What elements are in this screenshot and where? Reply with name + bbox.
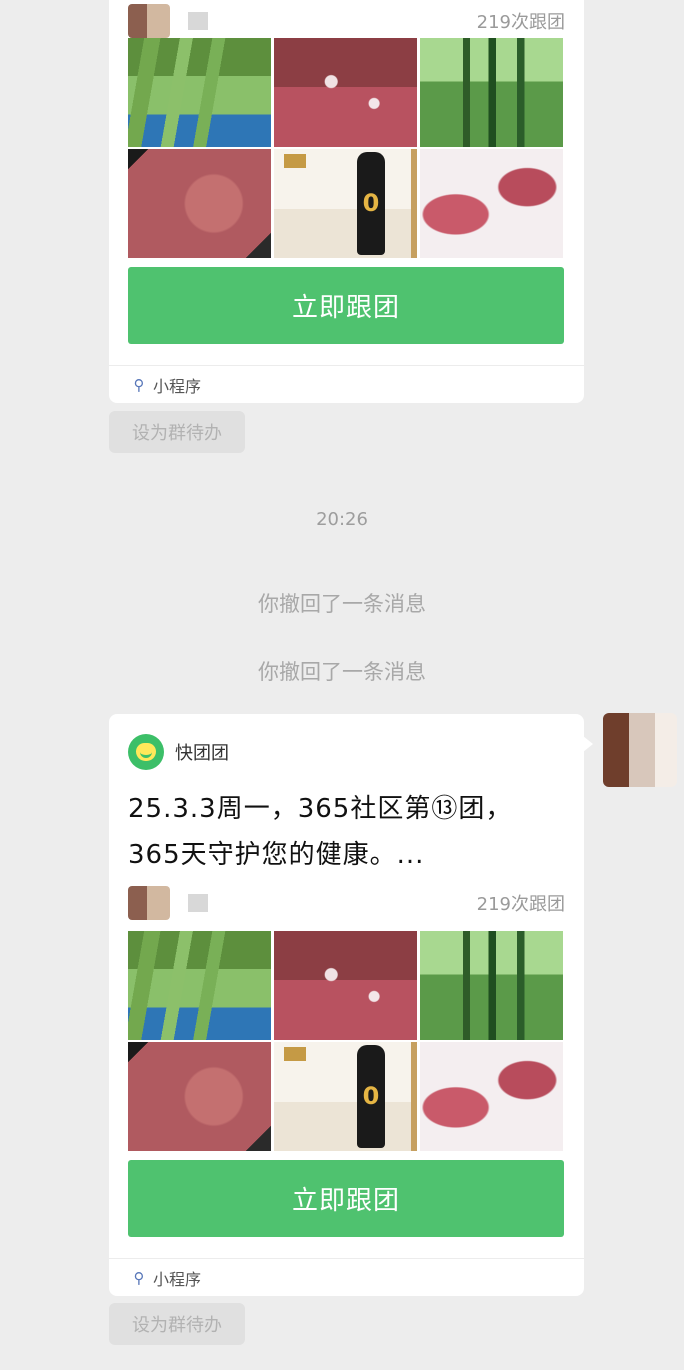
system-message-recalled: 你撤回了一条消息 xyxy=(258,592,426,616)
product-image-beef-shank[interactable] xyxy=(420,149,563,258)
app-header: 快团团 xyxy=(128,734,229,770)
product-image-greens[interactable] xyxy=(128,931,271,1040)
organizer-avatar xyxy=(128,886,170,920)
organizer-name-blurred xyxy=(188,12,208,30)
timestamp: 20:26 xyxy=(316,509,368,530)
image-edge xyxy=(411,1042,417,1151)
organizer-name-blurred xyxy=(188,894,208,912)
product-image-beef-slices[interactable] xyxy=(274,931,417,1040)
mini-program-footer[interactable]: ⚲ 小程序 xyxy=(109,1258,584,1296)
group-buy-card-2[interactable]: 快团团 25.3.3周一，365社区第⑬团， 365天守护您的健康。... 21… xyxy=(109,714,593,1296)
mini-program-footer[interactable]: ⚲ 小程序 xyxy=(109,365,584,403)
join-count: 219次跟团 xyxy=(476,12,565,33)
product-image-soy-sauce[interactable]: 0 xyxy=(274,1042,417,1151)
product-image-soy-sauce[interactable]: 0 xyxy=(274,149,417,258)
product-image-greens[interactable] xyxy=(128,38,271,147)
brand-badge xyxy=(284,154,306,168)
mini-program-label: 小程序 xyxy=(153,376,202,396)
system-message-recalled: 你撤回了一条消息 xyxy=(258,660,426,684)
product-image-grid[interactable]: 0 xyxy=(128,931,564,1151)
brand-badge xyxy=(284,1047,306,1061)
card-title: 25.3.3周一，365社区第⑬团， 365天守护您的健康。... xyxy=(128,786,568,878)
sender-avatar[interactable] xyxy=(603,713,677,787)
set-group-todo-button[interactable]: 设为群待办 xyxy=(109,1303,245,1345)
group-buy-card-1[interactable]: 219次跟团 0 立即跟团 ⚲ 小程序 xyxy=(109,0,584,403)
link-icon: ⚲ xyxy=(133,1268,145,1287)
set-group-todo-button[interactable]: 设为群待办 xyxy=(109,411,245,453)
mini-program-label: 小程序 xyxy=(153,1269,202,1289)
join-group-button[interactable]: 立即跟团 xyxy=(128,267,564,344)
product-image-grid[interactable]: 0 xyxy=(128,38,564,258)
product-image-cucumbers[interactable] xyxy=(420,931,563,1040)
card-sub-row: 219次跟团 xyxy=(128,886,565,920)
join-count: 219次跟团 xyxy=(476,894,565,915)
join-group-button[interactable]: 立即跟团 xyxy=(128,1160,564,1237)
image-edge xyxy=(411,149,417,258)
bottle-zero-mark: 0 xyxy=(362,1082,380,1110)
product-image-beef-slices[interactable] xyxy=(274,38,417,147)
organizer-avatar xyxy=(128,4,170,38)
app-name: 快团团 xyxy=(175,743,229,764)
product-image-cucumbers[interactable] xyxy=(420,38,563,147)
card-sub-row: 219次跟团 xyxy=(128,4,565,38)
card-title-line2: 365天守护您的健康。... xyxy=(128,840,425,870)
product-image-beef-shank[interactable] xyxy=(420,1042,563,1151)
card-title-line1: 25.3.3周一，365社区第⑬团， xyxy=(128,794,513,824)
bottle-zero-mark: 0 xyxy=(362,189,380,217)
product-image-beef-chunk[interactable] xyxy=(128,1042,271,1151)
link-icon: ⚲ xyxy=(133,375,145,394)
product-image-beef-chunk[interactable] xyxy=(128,149,271,258)
app-logo-icon xyxy=(128,734,164,770)
